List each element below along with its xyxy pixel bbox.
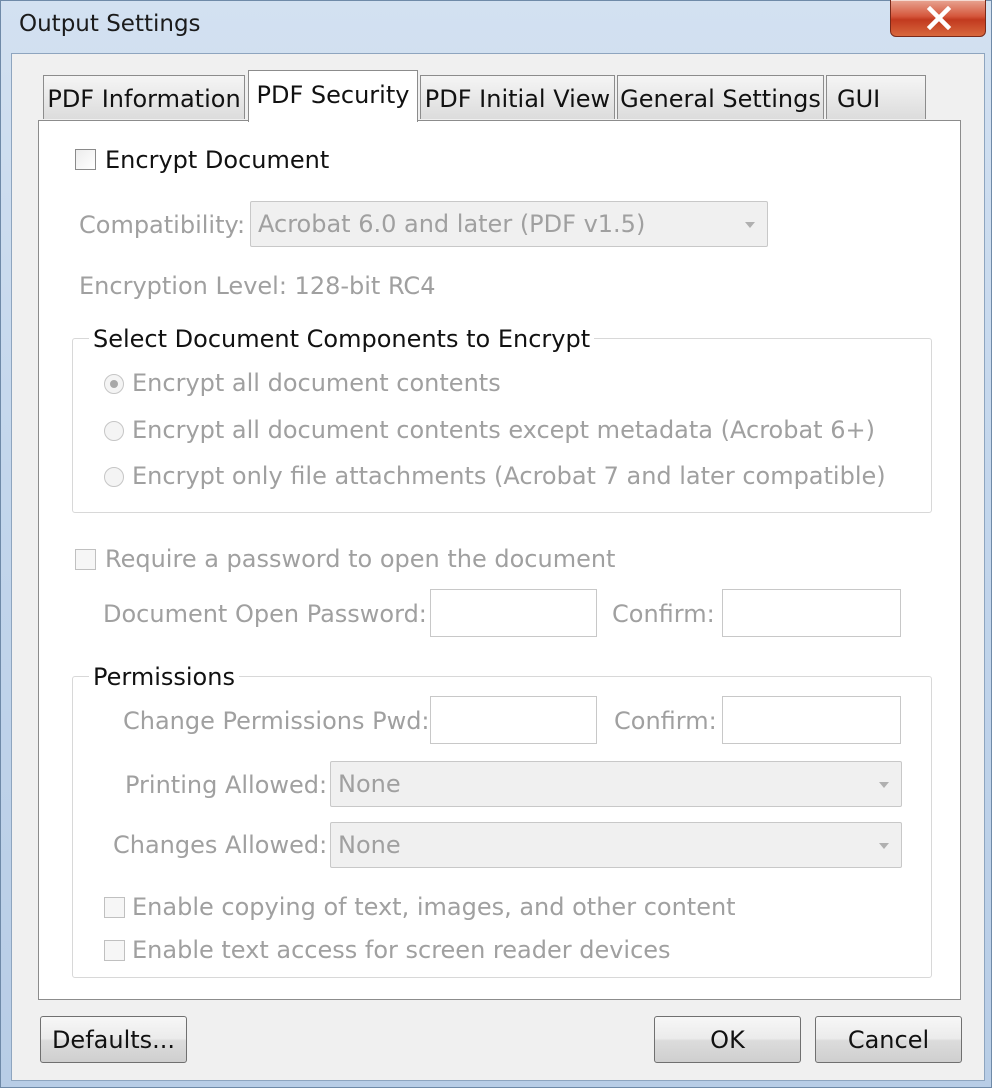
permissions-confirm-input[interactable]: [722, 696, 901, 744]
encrypt-document-checkbox[interactable]: [75, 149, 96, 170]
permissions-legend: Permissions: [89, 663, 239, 691]
change-permissions-pwd-input[interactable]: [430, 696, 597, 744]
close-button[interactable]: [890, 0, 986, 37]
require-password-label: Require a password to open the document: [105, 545, 616, 573]
changes-allowed-label: Changes Allowed:: [113, 831, 328, 859]
defaults-button[interactable]: Defaults...: [40, 1016, 187, 1063]
enable-screen-reader-label: Enable text access for screen reader dev…: [132, 936, 671, 964]
printing-allowed-label: Printing Allowed:: [125, 771, 328, 799]
radio-encrypt-all-label: Encrypt all document contents: [132, 369, 501, 397]
radio-encrypt-except-metadata-label: Encrypt all document contents except met…: [132, 416, 875, 444]
compatibility-label: Compatibility:: [79, 211, 246, 239]
tab-label: PDF Initial View: [424, 85, 611, 113]
radio-encrypt-attachments-label: Encrypt only file attachments (Acrobat 7…: [132, 462, 886, 490]
changes-allowed-value: None: [338, 831, 401, 859]
tab-label: PDF Information: [47, 85, 241, 113]
printing-allowed-value: None: [338, 770, 401, 798]
dialog-window: Output Settings PDF Information PDF Secu…: [0, 0, 992, 1088]
encrypt-components-legend: Select Document Components to Encrypt: [89, 325, 595, 353]
dialog-client-area: PDF Information PDF Security PDF Initial…: [11, 53, 985, 1081]
tab-gui[interactable]: GUI: [826, 75, 926, 119]
ok-button[interactable]: OK: [654, 1016, 801, 1063]
pdf-security-panel: Encrypt Document Compatibility: Acrobat …: [38, 120, 961, 1000]
enable-copying-checkbox[interactable]: [104, 897, 125, 918]
radio-encrypt-attachments[interactable]: [104, 467, 124, 487]
open-password-confirm-label: Confirm:: [612, 600, 715, 628]
document-open-password-input[interactable]: [430, 589, 597, 637]
changes-allowed-select[interactable]: None: [330, 822, 902, 868]
tab-pdf-security[interactable]: PDF Security: [248, 70, 418, 122]
enable-copying-label: Enable copying of text, images, and othe…: [132, 893, 736, 921]
document-open-password-label: Document Open Password:: [103, 600, 427, 628]
tab-general-settings[interactable]: General Settings: [617, 75, 824, 119]
encryption-level-text: Encryption Level: 128-bit RC4: [79, 272, 436, 300]
window-title: Output Settings: [19, 11, 201, 37]
compatibility-value: Acrobat 6.0 and later (PDF v1.5): [258, 210, 646, 238]
enable-screen-reader-checkbox[interactable]: [104, 940, 125, 961]
tab-label: PDF Security: [256, 81, 410, 109]
radio-encrypt-except-metadata[interactable]: [104, 421, 124, 441]
compatibility-select[interactable]: Acrobat 6.0 and later (PDF v1.5): [250, 201, 768, 247]
open-password-confirm-input[interactable]: [722, 589, 901, 637]
require-password-checkbox[interactable]: [75, 549, 96, 570]
tab-pdf-initial-view[interactable]: PDF Initial View: [420, 75, 615, 119]
title-bar: Output Settings: [1, 0, 991, 51]
cancel-button[interactable]: Cancel: [815, 1016, 962, 1063]
tab-label: GUI: [837, 85, 881, 113]
defaults-button-label: Defaults...: [51, 1026, 176, 1054]
chevron-down-icon: [879, 843, 889, 849]
tab-label: General Settings: [620, 85, 821, 113]
chevron-down-icon: [745, 222, 755, 228]
tab-pdf-information[interactable]: PDF Information: [43, 75, 245, 119]
chevron-down-icon: [879, 782, 889, 788]
encrypt-document-label: Encrypt Document: [105, 146, 330, 174]
ok-button-label: OK: [710, 1026, 745, 1054]
radio-encrypt-all[interactable]: [104, 374, 124, 394]
cancel-button-label: Cancel: [847, 1026, 930, 1054]
close-icon: [926, 6, 952, 30]
permissions-confirm-label: Confirm:: [614, 707, 717, 735]
change-permissions-pwd-label: Change Permissions Pwd:: [123, 707, 430, 735]
printing-allowed-select[interactable]: None: [330, 761, 902, 807]
